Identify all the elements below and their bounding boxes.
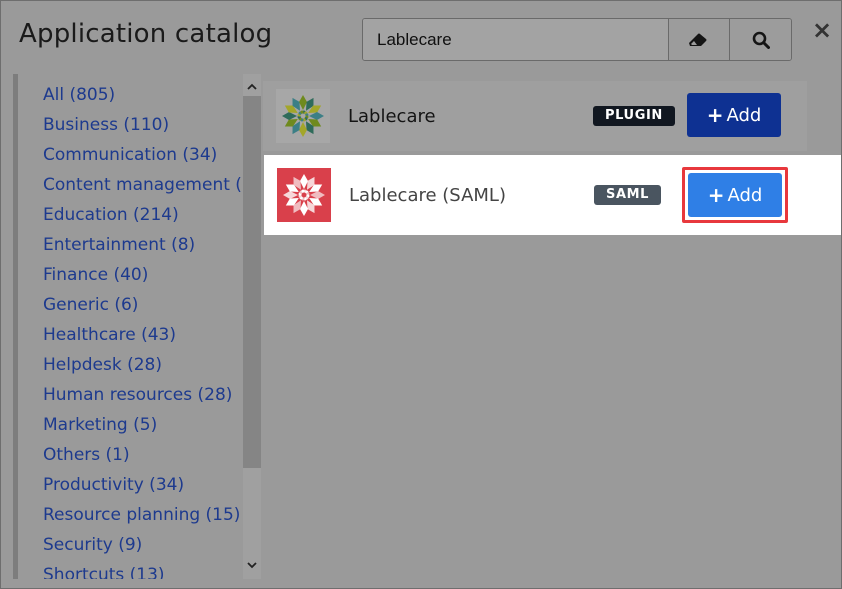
saml-badge: SAML xyxy=(594,185,662,205)
scroll-down-button[interactable] xyxy=(243,555,261,575)
chevron-up-icon xyxy=(247,83,257,90)
app-row-lablecare-saml: Lablecare (SAML) SAML + Add xyxy=(264,155,841,235)
category-productivity[interactable]: Productivity (34) xyxy=(43,470,261,500)
plus-icon: + xyxy=(706,103,724,127)
scrollbar-thumb[interactable] xyxy=(243,96,261,468)
add-button-label: Add xyxy=(727,184,763,206)
close-icon: × xyxy=(812,16,833,44)
category-healthcare[interactable]: Healthcare (43) xyxy=(43,320,261,350)
lablecare-saml-logo xyxy=(277,168,331,222)
scroll-up-button[interactable] xyxy=(243,76,261,96)
category-sidebar: All (805) Business (110) Communication (… xyxy=(13,74,261,579)
search-button[interactable] xyxy=(729,19,791,60)
search-group xyxy=(362,18,792,61)
category-business[interactable]: Business (110) xyxy=(43,110,261,140)
category-helpdesk[interactable]: Helpdesk (28) xyxy=(43,350,261,380)
dialog-title: Application catalog xyxy=(19,19,273,49)
category-others[interactable]: Others (1) xyxy=(43,440,261,470)
app-name: Lablecare xyxy=(348,105,436,127)
category-human-resources[interactable]: Human resources (28) xyxy=(43,380,261,410)
plugin-badge: PLUGIN xyxy=(593,106,675,126)
eraser-icon xyxy=(689,33,707,46)
category-education[interactable]: Education (214) xyxy=(43,200,261,230)
plus-icon: + xyxy=(707,183,725,207)
category-all[interactable]: All (805) xyxy=(43,80,261,110)
app-name: Lablecare (SAML) xyxy=(349,184,506,206)
clear-search-button[interactable] xyxy=(667,19,730,60)
close-button[interactable]: × xyxy=(812,16,833,44)
add-plugin-button[interactable]: + Add xyxy=(687,93,781,137)
category-resource-planning[interactable]: Resource planning (15) xyxy=(43,500,261,530)
category-generic[interactable]: Generic (6) xyxy=(43,290,261,320)
category-finance[interactable]: Finance (40) xyxy=(43,260,261,290)
chevron-down-icon xyxy=(247,561,257,568)
category-list: All (805) Business (110) Communication (… xyxy=(43,80,261,579)
add-button-label: Add xyxy=(726,104,762,126)
category-shortcuts[interactable]: Shortcuts (13) xyxy=(43,560,261,579)
search-icon xyxy=(752,31,770,49)
lablecare-saml-logo-image xyxy=(283,174,325,216)
add-saml-button[interactable]: + Add xyxy=(688,173,782,217)
category-communication[interactable]: Communication (34) xyxy=(43,140,261,170)
category-content-management[interactable]: Content management (13) xyxy=(43,170,261,200)
search-input[interactable] xyxy=(363,19,668,60)
application-catalog-dialog: Application catalog × All (805) Business… xyxy=(0,0,842,589)
category-marketing[interactable]: Marketing (5) xyxy=(43,410,261,440)
category-security[interactable]: Security (9) xyxy=(43,530,261,560)
app-row-lablecare: Lablecare PLUGIN + Add xyxy=(263,81,807,151)
category-entertainment[interactable]: Entertainment (8) xyxy=(43,230,261,260)
lablecare-logo xyxy=(276,89,330,143)
lablecare-logo-image xyxy=(282,95,324,137)
